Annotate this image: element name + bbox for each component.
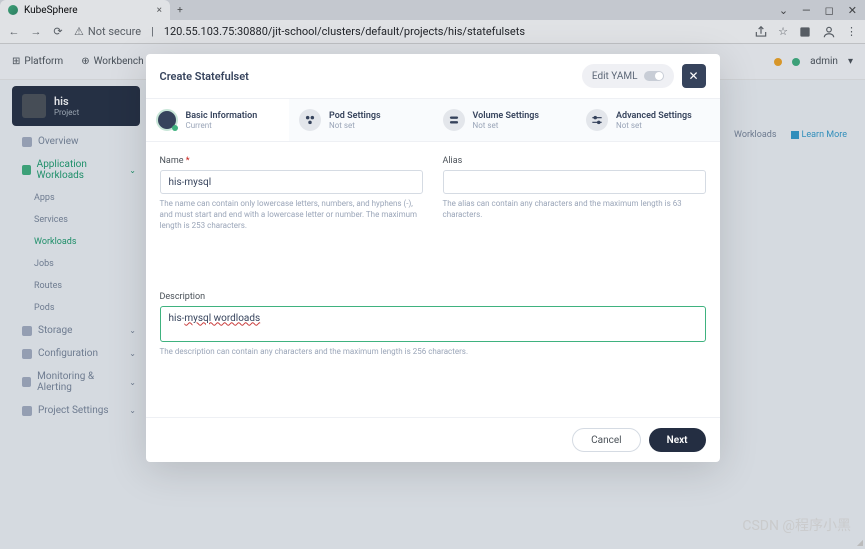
description-help: The description can contain any characte… (160, 346, 706, 357)
close-icon: ✕ (688, 69, 698, 83)
modal-title: Create Statefulset (160, 70, 249, 83)
edit-yaml-toggle[interactable]: Edit YAML (582, 64, 674, 88)
step-advanced-settings[interactable]: Advanced SettingsNot set (576, 99, 720, 141)
alias-help: The alias can contain any characters and… (443, 198, 706, 220)
step-volume-settings[interactable]: Volume SettingsNot set (433, 99, 577, 141)
description-input[interactable]: his-mysql wordloads (160, 306, 706, 342)
advanced-icon (586, 109, 608, 131)
name-help: The name can contain only lowercase lett… (160, 198, 423, 232)
wizard-steps: Basic InformationCurrent Pod SettingsNot… (146, 98, 720, 142)
next-button[interactable]: Next (649, 428, 706, 452)
create-statefulset-modal: Create Statefulset Edit YAML ✕ Basic Inf… (146, 54, 720, 462)
name-label: Name * (160, 156, 423, 166)
pod-icon (299, 109, 321, 131)
description-label: Description (160, 292, 706, 302)
modal-backdrop[interactable]: Create Statefulset Edit YAML ✕ Basic Inf… (0, 0, 865, 549)
resize-handle-icon[interactable]: ◢ (857, 538, 863, 547)
step-basic-info[interactable]: Basic InformationCurrent (146, 99, 290, 141)
toggle-icon (644, 71, 664, 81)
step-pod-settings[interactable]: Pod SettingsNot set (289, 99, 433, 141)
cancel-button[interactable]: Cancel (572, 428, 640, 452)
basic-info-icon (156, 109, 178, 131)
close-button[interactable]: ✕ (682, 64, 706, 88)
watermark-text: CSDN @程序小黑 (742, 515, 851, 535)
volume-icon (443, 109, 465, 131)
alias-input[interactable] (443, 170, 706, 194)
alias-label: Alias (443, 156, 706, 166)
name-input[interactable] (160, 170, 423, 194)
edit-yaml-label: Edit YAML (592, 71, 638, 82)
